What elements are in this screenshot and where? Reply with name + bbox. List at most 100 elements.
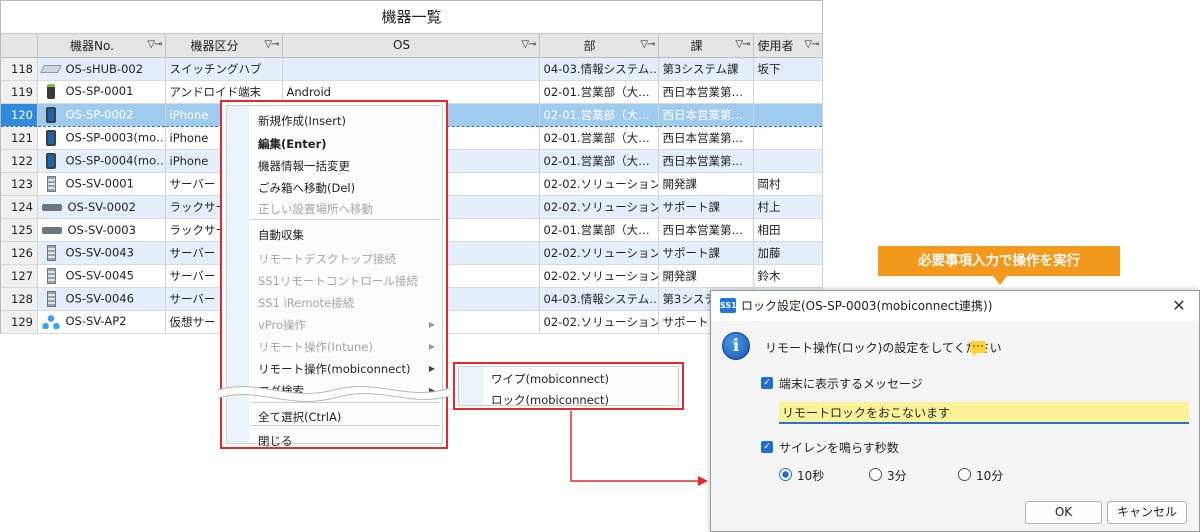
menu-item[interactable]: 機器情報一括変更 xyxy=(249,155,442,177)
user-cell: 加藤 xyxy=(753,241,823,265)
cancel-button[interactable]: キャンセル xyxy=(1107,501,1187,524)
android-icon xyxy=(46,84,55,99)
menu-item[interactable]: 閉じる xyxy=(249,430,442,452)
device-no-cell: OS-SV-0043 xyxy=(37,241,166,265)
device-no-cell: OS-SV-0045 xyxy=(37,264,166,288)
user-cell: 岡村 xyxy=(753,172,823,196)
submenu-arrow-icon: ▶ xyxy=(428,342,435,351)
menu-item-label: 全て選択(CtrlA) xyxy=(258,410,342,424)
section-cell: サポート課 xyxy=(658,195,754,219)
mobiconnect-submenu: ワイプ(mobiconnect) ロック(mobiconnect) xyxy=(453,362,684,410)
device-no-cell: OS-SP-0004(mo… xyxy=(37,149,166,173)
message-input[interactable] xyxy=(779,402,1189,424)
device-no-cell: OS-sHUB-002 xyxy=(37,57,166,81)
filter-pin-icon[interactable]: ▽⊸ xyxy=(640,39,655,50)
menu-item-label: 新規作成(Insert) xyxy=(258,114,346,128)
department-cell: 02-02.ソリューション… xyxy=(539,172,659,196)
filter-pin-icon[interactable]: ▽⊸ xyxy=(735,39,750,50)
department-cell: 02-01.営業部（大… xyxy=(539,218,659,242)
filter-pin-icon[interactable]: ▽⊸ xyxy=(147,39,162,50)
department-cell: 04-03.情報システム… xyxy=(539,287,659,311)
callout-banner: 必要事項入力で操作を実行 xyxy=(878,246,1120,276)
device-no-cell: OS-SP-0001 xyxy=(37,80,166,104)
menu-separator xyxy=(251,425,440,426)
header-category[interactable]: 機器区分 ▽⊸ xyxy=(165,34,283,58)
row-number: 118 xyxy=(1,57,38,81)
user-cell xyxy=(753,126,823,150)
menu-item[interactable]: 編集(Enter) xyxy=(249,133,442,155)
rack-server-icon xyxy=(41,226,62,234)
device-no-label: OS-SV-0046 xyxy=(65,291,134,305)
menu-item-label: 閉じる xyxy=(258,434,293,448)
dialog-message: リモート操作(ロック)の設定をしてください xyxy=(765,341,1002,355)
filter-pin-icon[interactable]: ▽⊸ xyxy=(264,39,279,50)
section-cell: 西日本営業第… xyxy=(658,102,754,127)
submenu-item-wipe[interactable]: ワイプ(mobiconnect) xyxy=(491,369,609,390)
category-cell: スイッチングハブ xyxy=(165,57,283,81)
device-no-cell: OS-SV-0003 xyxy=(37,218,166,242)
row-number: 121 xyxy=(1,126,38,150)
device-no-label: OS-SP-0002 xyxy=(65,107,134,121)
user-cell: 村上 xyxy=(753,195,823,219)
siren-checkbox[interactable]: ✓ xyxy=(761,441,773,453)
show-message-checkbox[interactable]: ✓ xyxy=(761,377,773,389)
row-number: 124 xyxy=(1,195,38,219)
device-no-label: OS-SV-0003 xyxy=(67,222,136,237)
menu-item: SS1 iRemote接続 xyxy=(249,292,442,314)
menu-item[interactable]: ごみ箱へ移動(Del) xyxy=(249,177,442,199)
user-cell xyxy=(753,80,823,104)
submenu-panel: ワイプ(mobiconnect) ロック(mobiconnect) xyxy=(458,366,679,407)
header-device-no[interactable]: 機器No. ▽⊸ xyxy=(37,34,166,58)
row-number: 119 xyxy=(1,80,38,104)
filter-pin-icon[interactable]: ▽⊸ xyxy=(521,39,536,50)
table-row[interactable]: 118 OS-sHUB-002 スイッチングハブ 04-03.情報システム… 第3システ… xyxy=(1,57,823,81)
menu-item[interactable]: リモート操作(mobiconnect) ▶ xyxy=(249,358,442,380)
menu-item[interactable]: 新規作成(Insert) xyxy=(249,110,442,132)
ok-button[interactable]: OK xyxy=(1025,501,1102,524)
context-menu: 新規作成(Insert) 編集(Enter) 機器情報一括変更ごみ箱へ移動(Del)… xyxy=(218,100,450,452)
menu-item-label: 機器情報一括変更 xyxy=(258,159,350,173)
menu-item: 正しい設置場所へ移動 xyxy=(249,198,442,220)
siren-radio-10m[interactable] xyxy=(958,468,971,481)
header-user[interactable]: 使用者 ▽⊸ xyxy=(753,34,823,58)
submenu-item-lock[interactable]: ロック(mobiconnect) xyxy=(491,390,609,411)
header-label: 課 xyxy=(690,38,703,53)
table-header-row: 機器No. ▽⊸ 機器区分 ▽⊸ OS ▽⊸ 部 ▽⊸ 課 ▽⊸ 使用者 ▽⊸ xyxy=(1,34,823,58)
header-os[interactable]: OS ▽⊸ xyxy=(282,34,540,58)
menu-item-label: SS1リモートコントロール接続 xyxy=(258,274,418,288)
department-cell: 02-02.ソリューション… xyxy=(539,310,659,334)
header-label: 部 xyxy=(583,38,596,53)
device-no-label: OS-SV-AP2 xyxy=(65,314,127,329)
section-cell: 開発課 xyxy=(658,264,754,288)
siren-radio-3m[interactable] xyxy=(869,468,882,481)
user-cell: 坂下 xyxy=(753,57,823,81)
header-section[interactable]: 課 ▽⊸ xyxy=(658,34,754,58)
menu-item-label: 自動収集 xyxy=(258,228,304,242)
siren-option-label: 3分 xyxy=(887,469,907,483)
siren-radio-10s[interactable] xyxy=(779,468,792,481)
filter-pin-icon[interactable]: ▽⊸ xyxy=(804,39,819,50)
header-label: 機器No. xyxy=(70,38,114,53)
row-number: 123 xyxy=(1,172,38,196)
device-no-label: OS-SV-0043 xyxy=(65,245,134,259)
network-icon xyxy=(41,314,60,329)
close-icon[interactable]: ✕ xyxy=(1167,294,1191,318)
device-no-cell: OS-SP-0003(mo… xyxy=(37,126,166,150)
menu-item-label: リモートデスクトップ接続 xyxy=(258,252,396,266)
device-no-cell: OS-SV-0002 xyxy=(37,195,166,219)
submenu-arrow-icon: ▶ xyxy=(428,320,435,329)
submenu-arrow-icon: ▶ xyxy=(428,364,435,373)
siren-option-label: 10秒 xyxy=(797,469,825,483)
section-cell: 西日本営業第… xyxy=(658,80,754,104)
header-department[interactable]: 部 ▽⊸ xyxy=(539,34,659,58)
device-no-label: OS-SP-0001 xyxy=(65,84,134,98)
menu-item-label: 編集(Enter) xyxy=(258,137,327,151)
app-icon: SS1 xyxy=(720,298,737,313)
chat-bubble-icon[interactable] xyxy=(970,341,986,357)
device-no-label: OS-SP-0003(mo… xyxy=(65,130,165,144)
menu-item[interactable]: 自動収集 xyxy=(249,224,442,246)
menu-item-label: リモート操作(mobiconnect) xyxy=(258,362,411,376)
device-no-label: OS-SV-0001 xyxy=(65,176,134,190)
siren-option-label: 10分 xyxy=(976,469,1004,483)
menu-item-label: SS1 iRemote接続 xyxy=(258,296,355,310)
